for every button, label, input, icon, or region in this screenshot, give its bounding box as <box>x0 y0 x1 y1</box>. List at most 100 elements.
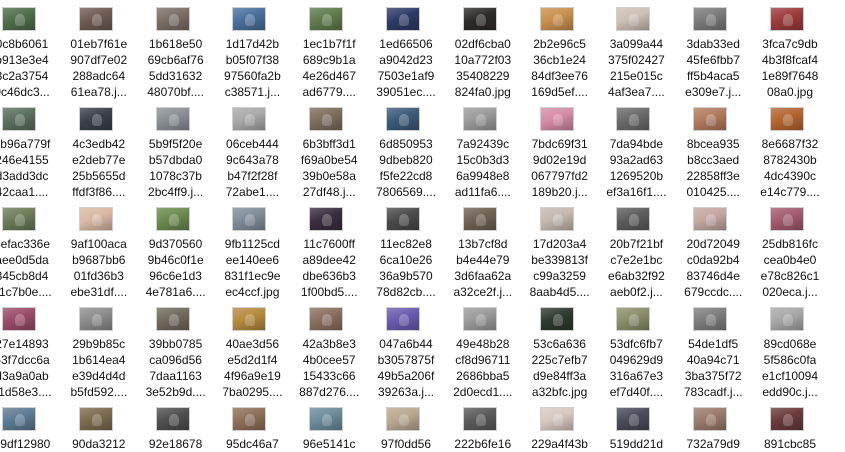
image-thumbnail-icon <box>232 7 267 31</box>
file-name-line: 96e5141c <box>302 437 356 451</box>
thumbnail-subject <box>245 314 256 326</box>
file-name-line: 69cb6af76 <box>147 53 204 67</box>
file-name-line: 42caa1.... <box>0 185 49 199</box>
image-thumbnail-icon <box>2 7 36 31</box>
file-name-line: 01eb7f61e <box>70 37 128 51</box>
image-thumbnail-icon <box>309 107 344 131</box>
image-thumbnail-icon <box>462 407 497 431</box>
file-name-line: 1b618e50 <box>148 37 203 51</box>
thumbnail-subject <box>168 114 179 126</box>
image-thumbnail-icon <box>155 107 190 131</box>
file-name: 6d850953 9dbeb820 f5fe22cd8 7806569.... <box>368 136 444 200</box>
image-thumbnail-icon <box>386 207 420 231</box>
thumbnail-subject <box>245 114 256 126</box>
file-name-line: c99a3259 <box>533 269 586 283</box>
image-thumbnail-icon <box>770 7 804 31</box>
file-name-line: 9c46dc3... <box>0 85 50 99</box>
image-thumbnail-icon <box>386 7 420 31</box>
thumbnail-subject <box>245 414 256 426</box>
file-name-line: ec4ccf.jpg <box>225 285 280 299</box>
image-thumbnail-icon <box>2 407 36 431</box>
file-name-line: 6b3bff3d1 <box>302 137 356 151</box>
file-name-line: 49e48b28 <box>456 337 510 351</box>
file-name-line: f69a0be54 <box>300 153 358 167</box>
file-name-line: 8e6687f32 <box>761 137 819 151</box>
file-name-line: ad6779.... <box>302 85 356 99</box>
image-thumbnail-icon <box>616 407 651 431</box>
thumbnail-subject <box>15 214 25 226</box>
file-name-line: 229a4f43b <box>531 437 588 451</box>
file-grid: 0c8b6061 b913e3e4 3c2a3754 9c46dc3... 01eb7f… <box>0 0 845 451</box>
image-thumbnail-icon <box>539 307 574 331</box>
thumbnail-subject <box>91 14 102 26</box>
image-thumbnail-icon <box>309 207 344 231</box>
file-name-line: 189b20.j... <box>531 185 588 199</box>
file-name-line: 7daa1163 <box>149 369 202 383</box>
image-thumbnail-icon <box>539 407 574 431</box>
file-name-line: 40a94c71 <box>686 353 740 367</box>
file-name: 3a099a44 375f02427 215e015c 4af3ea7.... <box>598 36 674 100</box>
image-thumbnail-icon <box>232 207 267 231</box>
file-name-line: 345cb8d4 <box>0 269 49 283</box>
thumbnail-subject <box>399 114 409 126</box>
file-name-line: 4dc4390c <box>763 169 817 183</box>
file-name-line: e5d2d1f4 <box>227 353 278 367</box>
file-name-line: e39d4d4d <box>72 369 126 383</box>
file-name: 89cd068e 5f586c0fa e1cf10094 edd90c.j... <box>752 336 828 400</box>
thumbnail-subject <box>245 14 256 26</box>
file-name: 7da94bde 93a2ad63 1269520b ef3a16f1.... <box>598 136 674 200</box>
file-name-line: 689c9b1a <box>302 53 356 67</box>
file-name-line: d9e84ff3a <box>533 369 587 383</box>
thumbnail-subject <box>783 214 793 226</box>
thumbnail-subject <box>475 114 486 126</box>
file-name-line: 11ec82e8 <box>380 237 432 251</box>
image-thumbnail-icon <box>693 407 728 431</box>
thumbnail-subject <box>475 314 486 326</box>
file-name: 39bb0785 ca096d56 7daa1163 3e52b9d.... <box>138 336 214 400</box>
file-name: 9af100aca b9687bb6 01fd36b3 ebe31df.... <box>61 236 137 300</box>
thumbnail-subject <box>783 14 793 26</box>
file-name-line: 679ccdc.... <box>684 285 743 299</box>
file-name-line: 1e89f7648 <box>761 69 819 83</box>
file-name-line: 96c6e1d3 <box>149 269 202 283</box>
file-name-line: 6ca10e26 <box>379 253 433 267</box>
file-name-line: cea0b4e0 <box>763 253 817 267</box>
file-name-line: cf8d96711 <box>455 353 511 367</box>
file-name-line: 2b2e96c5 <box>533 37 586 51</box>
file-name-line: b57dbda0 <box>148 153 203 167</box>
file-name: 11ec82e8 6ca10e26 36a9b570 78d82cb.... <box>368 236 444 300</box>
file-name: 29b9b85c 1b614ea4 e39d4d4d b5fd592.... <box>61 336 137 400</box>
file-name-line: a32ce2f.j... <box>453 285 513 299</box>
file-name: 97f0dd56 <box>368 436 444 452</box>
thumbnail-subject <box>475 414 486 426</box>
file-name-line: ffdf3f86.... <box>72 185 126 199</box>
file-name: 0c8b6061 b913e3e4 3c2a3754 9c46dc3... <box>0 36 60 100</box>
file-name: 7bdc69f31 9d02e19d 067797fd2 189b20.j... <box>522 136 598 200</box>
file-name: 42a3b8e3 4b0cee57 15433c66 887d276.... <box>291 336 367 400</box>
file-name: 53c6a636 225c7efb7 d9e84ff3a a32bfc.jpg <box>522 336 598 400</box>
file-name: 01eb7f61e 907df7e02 288adc64 61ea78.j... <box>61 36 137 100</box>
file-name-line: 907df7e02 <box>70 53 128 67</box>
file-name-line: c7e2e1bc <box>610 253 663 267</box>
file-name-line: 53dfc6fb7 <box>610 337 663 351</box>
file-name-line: 9af100aca <box>70 237 127 251</box>
file-name-line: 519dd21d <box>609 437 664 451</box>
thumbnail-subject <box>629 314 640 326</box>
file-name-line: 54de1df5 <box>688 337 739 351</box>
file-name: 9fb1125cd ee140ee6 831f1ec9e ec4ccf.jpg <box>214 236 290 300</box>
file-name-line: 7bdc69f31 <box>531 137 588 151</box>
file-name-line: 7ba0295.... <box>222 385 283 399</box>
file-name-line: 4b3f8fcaf4 <box>761 53 819 67</box>
file-name-line: 01c7b0e.... <box>0 285 52 299</box>
thumbnail-subject <box>91 414 102 426</box>
thumbnail-subject <box>91 114 102 126</box>
image-thumbnail-icon <box>462 207 497 231</box>
file-name-line: 10a772f03 <box>454 53 512 67</box>
image-thumbnail-icon <box>770 107 804 131</box>
image-thumbnail-icon <box>386 407 420 431</box>
image-thumbnail-icon <box>770 407 804 431</box>
file-name-line: ff5b4aca5 <box>686 69 740 83</box>
thumbnail-subject <box>783 314 793 326</box>
image-thumbnail-icon <box>770 207 804 231</box>
file-name: 8efac336e aee0d5da 345cb8d4 01c7b0e.... <box>0 236 60 300</box>
